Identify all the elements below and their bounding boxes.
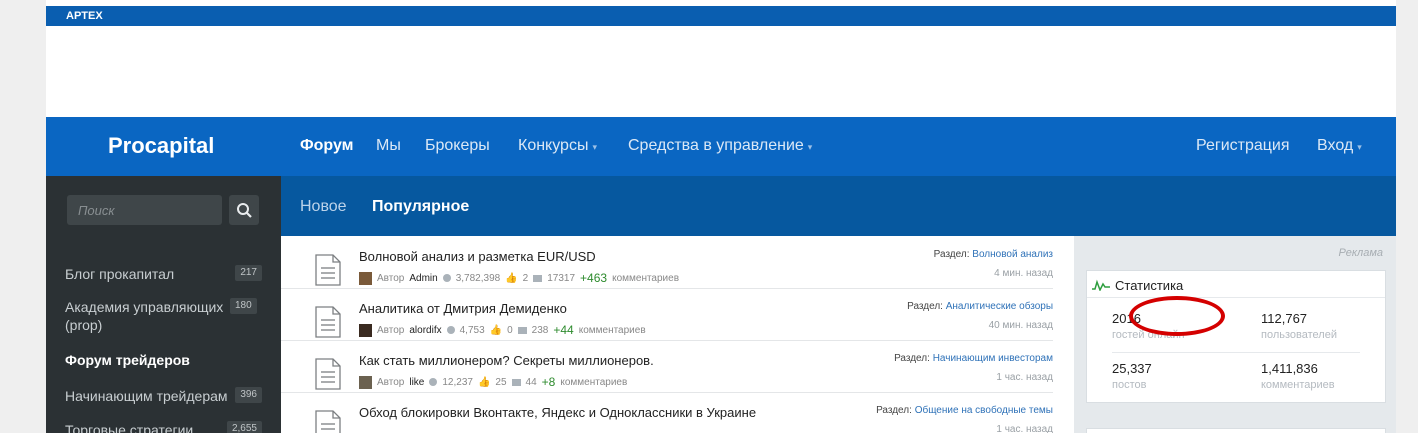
site-header: Procapital Форум Мы Брокеры Конкурсы ▾ Ср… (46, 117, 1396, 176)
thread-time: 1 час. назад (996, 372, 1053, 383)
thread-author[interactable]: alordifx (409, 325, 441, 336)
count-badge: 2,655 (226, 421, 262, 433)
thread-section: Раздел: Начинающим инвесторам (894, 353, 1053, 364)
avatar (359, 271, 372, 285)
thread-title[interactable]: Волновой анализ и разметка EUR/USD (359, 249, 596, 264)
nav-forum[interactable]: Форум (300, 137, 354, 155)
highlight-circle (1129, 296, 1225, 336)
document-icon (315, 410, 341, 433)
thread-title[interactable]: Обход блокировки Вконтакте, Яндекс и Одн… (359, 405, 756, 420)
sub-navigation: Новое Популярное (281, 176, 1396, 236)
stats-widget: Статистика 2016 гостей онлайн 112,767 по… (1086, 270, 1386, 403)
stat-comments-label: комментариев (1261, 379, 1335, 391)
nav-managed-funds[interactable]: Средства в управление ▾ (628, 137, 812, 155)
chevron-down-icon: ▾ (807, 142, 813, 152)
stats-title: Статистика (1115, 278, 1184, 293)
thread-meta: Автор Admin 3,782,398 👍 2 17317 +463 ком… (359, 271, 679, 285)
tab-popular[interactable]: Популярное (372, 198, 469, 216)
activity-chart-icon (1092, 279, 1110, 291)
thread-title[interactable]: Аналитика от Дмитрия Демиденко (359, 301, 567, 316)
stat-posts-label: постов (1112, 379, 1147, 391)
stat-comments-value: 1,411,836 (1261, 361, 1318, 376)
site-logo[interactable]: Procapital (108, 133, 214, 159)
nav-brokers[interactable]: Брокеры (425, 137, 490, 155)
search-input[interactable]: Поиск (67, 195, 222, 225)
comment-icon (533, 274, 543, 282)
views-icon (446, 326, 455, 334)
nav-about[interactable]: Мы (376, 137, 401, 155)
thread-time: 40 мин. назад (988, 320, 1053, 331)
thread-section: Раздел: Волновой анализ (933, 249, 1053, 260)
views-icon (442, 274, 451, 282)
left-sidebar: Поиск Блог прокапитал 217 Академия управл… (46, 176, 281, 433)
top-ad-bar: APTEX (46, 6, 1396, 26)
stats-separator (1112, 352, 1360, 353)
count-badge: 180 (230, 298, 257, 314)
comment-icon (517, 326, 527, 334)
thread-section: Раздел: Аналитические обзоры (907, 301, 1053, 312)
thread-time: 4 мин. назад (994, 268, 1053, 279)
thread-section: Раздел: Общение на свободные темы (876, 405, 1053, 416)
stats-divider (1087, 297, 1385, 298)
tab-new[interactable]: Новое (300, 198, 347, 216)
chevron-down-icon: ▾ (1357, 142, 1362, 152)
widget-box (1086, 428, 1386, 433)
stat-users-label: пользователей (1261, 329, 1337, 341)
search-icon (237, 203, 252, 218)
top-ad-label: APTEX (66, 10, 103, 22)
section-link[interactable]: Волновой анализ (972, 249, 1053, 260)
avatar (359, 375, 372, 389)
avatar (359, 323, 372, 337)
search-button[interactable] (229, 195, 259, 225)
thread-row[interactable]: Аналитика от Дмитрия Демиденко Автор alo… (281, 288, 1053, 341)
section-link[interactable]: Аналитические обзоры (946, 301, 1053, 312)
like-icon: 👍 (477, 376, 491, 388)
section-link[interactable]: Начинающим инвесторам (933, 353, 1053, 364)
login-link[interactable]: Вход ▾ (1317, 137, 1362, 155)
register-link[interactable]: Регистрация (1196, 137, 1290, 155)
thread-row[interactable]: Обход блокировки Вконтакте, Яндекс и Одн… (281, 392, 1053, 433)
ad-label: Реклама (1338, 247, 1383, 259)
count-badge: 396 (235, 387, 262, 403)
document-icon (315, 306, 341, 338)
sidebar-item-academy[interactable]: Академия управляющих (prop) (65, 298, 225, 334)
document-icon (315, 358, 341, 390)
sidebar-item-strategies[interactable]: Торговые стратегии 2,655 (65, 421, 265, 433)
nav-contests[interactable]: Конкурсы ▾ (518, 137, 597, 155)
page-frame: APTEX Procapital Форум Мы Брокеры Конкур… (46, 0, 1396, 433)
chevron-down-icon: ▾ (592, 142, 597, 152)
stat-posts-value: 25,337 (1112, 361, 1152, 376)
right-sidebar: Реклама Статистика 2016 гостей онлайн 11… (1074, 236, 1396, 433)
section-link[interactable]: Общение на свободные темы (915, 405, 1053, 416)
thread-list: Волновой анализ и разметка EUR/USD Автор… (281, 236, 1074, 433)
sidebar-item-blog[interactable]: Блог прокапитал 217 (65, 265, 265, 283)
sidebar-item-beginners[interactable]: Начинающим трейдерам 396 (65, 387, 265, 405)
count-badge: 217 (235, 265, 262, 281)
thread-title[interactable]: Как стать миллионером? Секреты миллионер… (359, 353, 654, 368)
stat-users-value: 112,767 (1261, 311, 1308, 326)
views-icon (429, 378, 438, 386)
search-placeholder: Поиск (78, 203, 115, 218)
thread-meta: Автор alordifx 4,753 👍 0 238 +44 коммент… (359, 323, 646, 337)
thread-row[interactable]: Волновой анализ и разметка EUR/USD Автор… (281, 236, 1053, 289)
comment-icon (511, 378, 521, 386)
thread-author[interactable]: Admin (409, 273, 437, 284)
thread-author[interactable]: like (409, 377, 424, 388)
like-icon: 👍 (489, 324, 503, 336)
document-icon (315, 254, 341, 286)
thread-time: 1 час. назад (996, 424, 1053, 433)
like-icon: 👍 (505, 272, 518, 284)
thread-meta: Автор like 12,237 👍 25 44 +8 комментарие… (359, 375, 627, 389)
sidebar-item-forum[interactable]: Форум трейдеров (65, 351, 265, 369)
thread-row[interactable]: Как стать миллионером? Секреты миллионер… (281, 340, 1053, 393)
